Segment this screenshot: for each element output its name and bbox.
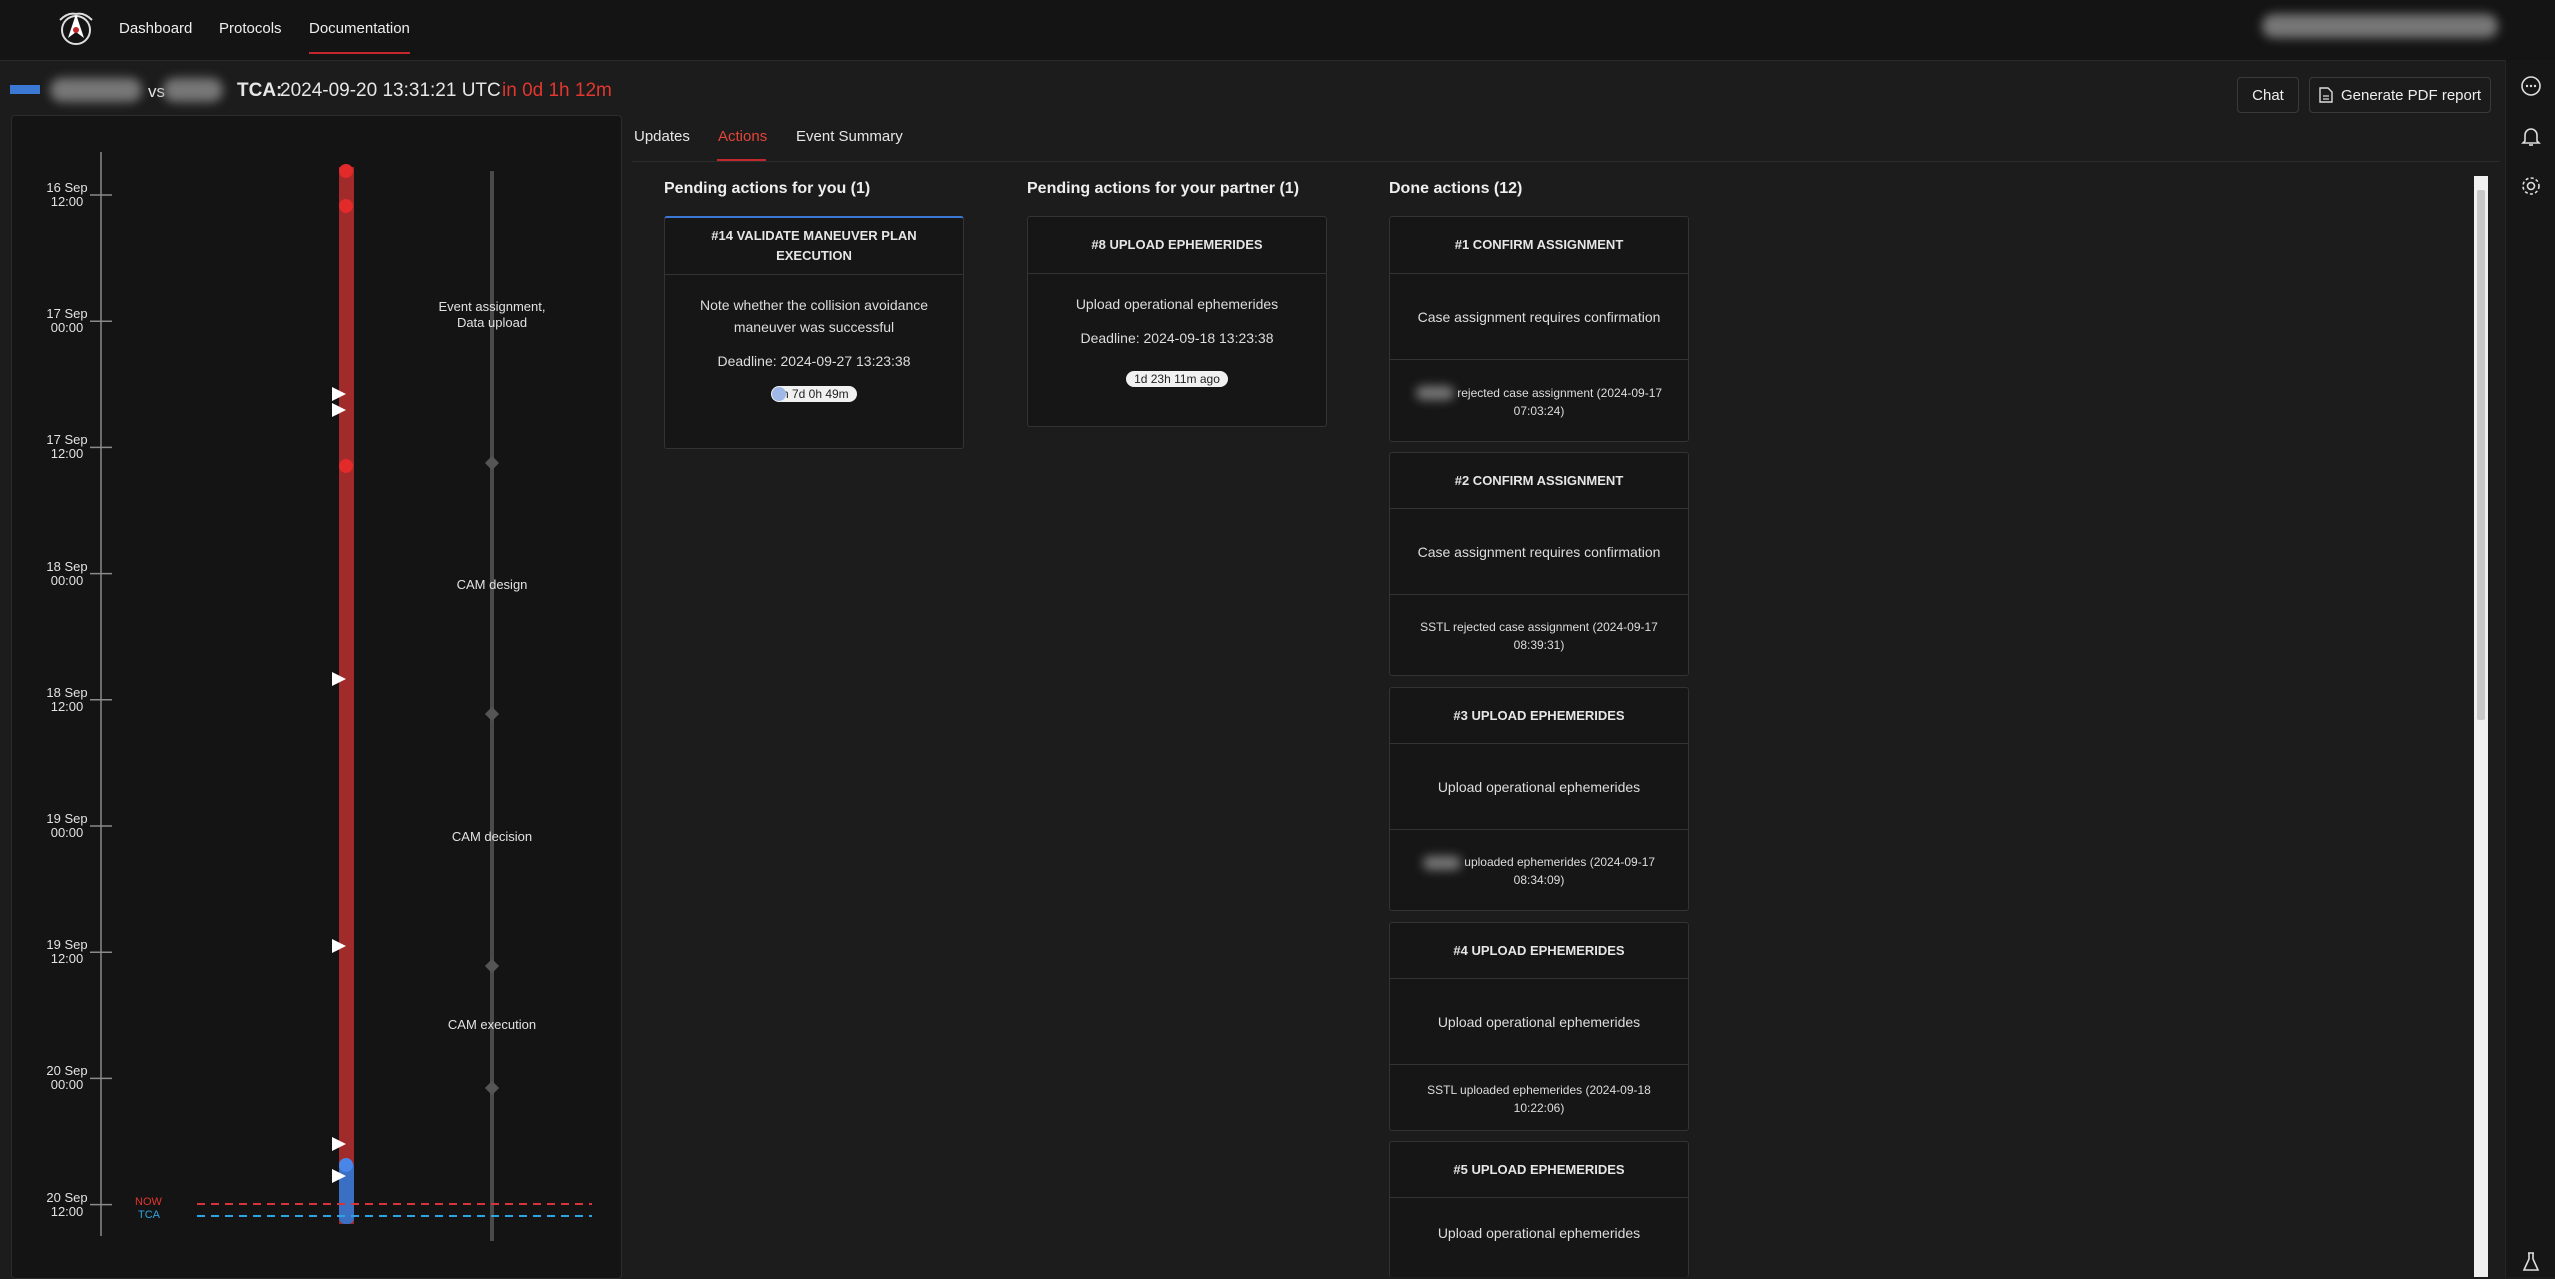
- time-overdue-pill: 1d 23h 11m ago: [1126, 371, 1228, 387]
- done-action-card[interactable]: #5 UPLOAD EPHEMERIDES Upload operational…: [1389, 1141, 1689, 1277]
- action-card-body: Upload operational ephemerides: [1075, 296, 1279, 312]
- event-marker[interactable]: [339, 199, 353, 213]
- action-card-body: Upload operational ephemerides: [1437, 1013, 1641, 1030]
- phase-label: CAM execution: [447, 1017, 537, 1032]
- tca-countdown: in 0d 1h 12m: [502, 80, 612, 101]
- event-marker[interactable]: [339, 459, 353, 473]
- action-card[interactable]: #14 VALIDATE MANEUVER PLAN EXECUTION Not…: [664, 216, 964, 449]
- action-card-body: Case assignment requires confirmation: [1417, 543, 1661, 560]
- done-action-card[interactable]: #2 CONFIRM ASSIGNMENT Case assignment re…: [1389, 452, 1689, 676]
- action-card-title: #1 CONFIRM ASSIGNMENT: [1390, 217, 1688, 274]
- done-actions-title: Done actions (12): [1389, 180, 1523, 197]
- nav-documentation[interactable]: Documentation: [309, 20, 410, 54]
- now-label: NOW: [135, 1196, 162, 1208]
- document-icon: [2319, 87, 2333, 103]
- nav-protocols[interactable]: Protocols: [219, 20, 282, 37]
- chat-bubble-icon[interactable]: [2519, 74, 2543, 98]
- action-card-footer: SSTL rejected case assignment (2024-09-1…: [1390, 594, 1688, 677]
- event-timeline-panel: 16 Sep 12:00 17 Sep 00:00 17 Sep 12:00 18 Sep 0…: [11, 115, 622, 1279]
- action-card-deadline: Deadline: 2024-09-18 13:23:38: [1080, 330, 1274, 346]
- action-card-footer: uploaded ephemerides (2024-09-17 08:34:0…: [1390, 829, 1688, 912]
- done-action-card[interactable]: #1 CONFIRM ASSIGNMENT Case assignment re…: [1389, 216, 1689, 442]
- timeline-tick-label: 20 Sep 00:00: [46, 1063, 88, 1093]
- chat-button[interactable]: Chat: [2237, 77, 2299, 113]
- event-marker[interactable]: [339, 164, 353, 178]
- action-card-title: #14 VALIDATE MANEUVER PLAN EXECUTION: [665, 218, 963, 275]
- phase-diamond: [484, 958, 500, 974]
- phase-diamond: [484, 706, 500, 722]
- footer-text: rejected case assignment (2024-09-17 07:…: [1457, 385, 1663, 418]
- pending-partner-title: Pending actions for your partner (1): [1027, 180, 1300, 197]
- event-duration-bar: [339, 167, 354, 1224]
- object-2-name: [163, 78, 223, 102]
- event-color-chip: [10, 85, 40, 94]
- action-card-body: Upload operational ephemerides: [1437, 778, 1641, 795]
- tca-label: TCA:: [237, 80, 283, 101]
- action-card-title: #3 UPLOAD EPHEMERIDES: [1390, 688, 1688, 744]
- action-card-body: Case assignment requires confirmation: [1417, 308, 1661, 325]
- timeline-tick-label: 16 Sep 12:00: [46, 180, 88, 209]
- phase-label: CAM design: [456, 577, 528, 592]
- timeline-tick-label: 18 Sep 12:00: [46, 684, 88, 714]
- bell-icon[interactable]: [2519, 124, 2543, 148]
- action-card-deadline: Deadline: 2024-09-27 13:23:38: [717, 353, 911, 369]
- app-logo-icon[interactable]: [54, 8, 98, 52]
- tab-actions[interactable]: Actions: [718, 128, 767, 145]
- flask-icon[interactable]: [2519, 1250, 2543, 1274]
- generate-pdf-button[interactable]: Generate PDF report: [2309, 77, 2491, 113]
- tca-marker-label: TCA: [138, 1209, 160, 1221]
- chat-button-label: Chat: [2252, 86, 2284, 104]
- redacted-user: [1415, 386, 1454, 401]
- action-card[interactable]: #8 UPLOAD EPHEMERIDES Upload operational…: [1027, 216, 1327, 427]
- scrollbar-thumb[interactable]: [2477, 190, 2485, 720]
- phase-label: CAM decision: [451, 829, 533, 844]
- timeline-tick-label: 19 Sep 00:00: [46, 811, 88, 840]
- gear-icon[interactable]: [2519, 174, 2543, 198]
- pending-you-title: Pending actions for you (1): [664, 180, 871, 197]
- action-card-body: Upload operational ephemerides: [1437, 1225, 1641, 1241]
- pill-cursor-dot: [772, 387, 786, 401]
- action-card-title: #2 CONFIRM ASSIGNMENT: [1390, 453, 1688, 509]
- event-marker[interactable]: [339, 1158, 353, 1172]
- action-card-footer: rejected case assignment (2024-09-17 07:…: [1390, 359, 1688, 443]
- timeline-graphic: [90, 152, 592, 1241]
- phase-label: Event assignment, Data upload: [438, 299, 546, 330]
- object-1-name: [50, 78, 142, 102]
- nav-dashboard[interactable]: Dashboard: [119, 20, 192, 37]
- tca-value: 2024-09-20 13:31:21 UTC: [280, 80, 501, 101]
- top-navigation-bar: Dashboard Protocols Documentation: [0, 0, 2555, 61]
- timeline-tick-label: 19 Sep 12:00: [46, 937, 88, 967]
- timeline-tick-label: 17 Sep 00:00: [46, 306, 88, 336]
- action-card-title: #5 UPLOAD EPHEMERIDES: [1390, 1142, 1688, 1198]
- action-card-body: Note whether the collision avoidance man…: [699, 297, 929, 335]
- redacted-user: [1422, 855, 1461, 870]
- action-card-footer: SSTL uploaded ephemerides (2024-09-18 10…: [1390, 1064, 1688, 1132]
- phase-diamond: [484, 455, 500, 471]
- phase-diamond: [484, 1080, 500, 1096]
- action-card-title: #8 UPLOAD EPHEMERIDES: [1028, 217, 1326, 274]
- tab-event-summary[interactable]: Event Summary: [796, 128, 903, 145]
- footer-text: uploaded ephemerides (2024-09-17 08:34:0…: [1464, 855, 1656, 887]
- timeline-tick-label: 18 Sep 00:00: [46, 558, 88, 588]
- user-menu-avatar[interactable]: [2262, 14, 2498, 38]
- done-action-card[interactable]: #4 UPLOAD EPHEMERIDES Upload operational…: [1389, 922, 1689, 1131]
- action-card-title: #4 UPLOAD EPHEMERIDES: [1390, 923, 1688, 979]
- generate-pdf-label: Generate PDF report: [2340, 86, 2482, 104]
- timeline-tick-label: 17 Sep 12:00: [46, 432, 88, 462]
- tabs-divider: [632, 161, 2500, 162]
- tab-updates[interactable]: Updates: [634, 128, 690, 145]
- timeline-tick-label: 20 Sep 12:00: [46, 1189, 88, 1219]
- right-icon-rail: [2505, 60, 2555, 1277]
- done-action-card[interactable]: #3 UPLOAD EPHEMERIDES Upload operational…: [1389, 687, 1689, 911]
